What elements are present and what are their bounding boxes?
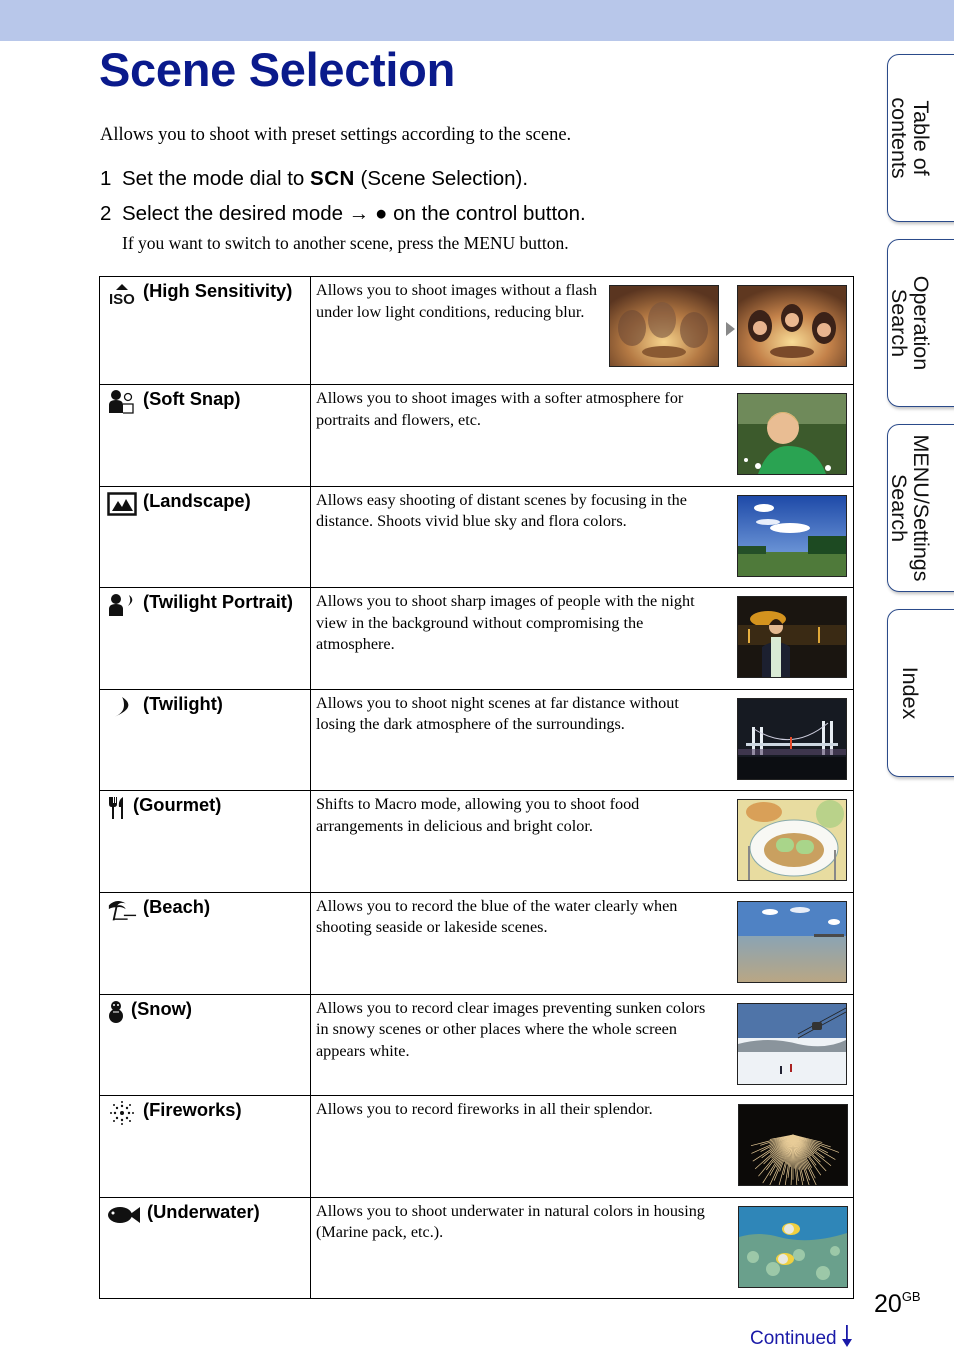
scene-description: Allows easy shooting of distant scenes b… — [316, 490, 687, 531]
high-sensitivity-icon: ISO — [107, 281, 137, 307]
scene-description: Shifts to Macro mode, allowing you to sh… — [316, 795, 640, 835]
scene-label: (Beach) — [143, 895, 211, 917]
soft-snap-icon — [107, 389, 137, 415]
scene-description: Allows you to record fireworks in all th… — [316, 1100, 653, 1119]
table-row: (Snow) Allows you to record clear images… — [99, 993, 854, 1097]
twilight-portrait-icon — [107, 592, 137, 618]
scene-label: (Fireworks) — [143, 1099, 242, 1121]
svg-text:ISO: ISO — [109, 291, 135, 306]
step-number: 2 — [100, 202, 112, 225]
table-row: (Soft Snap) Allows you to shoot images w… — [99, 384, 854, 487]
scene-label: (Landscape) — [143, 489, 251, 511]
scene-label: (Underwater) — [147, 1200, 260, 1222]
step-number: 1 — [100, 167, 112, 190]
gourmet-icon — [107, 795, 127, 821]
scene-label: (Twilight Portrait) — [143, 591, 293, 613]
arrow-down-icon — [841, 1324, 853, 1354]
scene-label: (Snow) — [131, 997, 192, 1019]
sharp-image — [737, 285, 847, 367]
snow-icon — [107, 999, 125, 1025]
scene-description: Allows you to record clear images preven… — [316, 998, 706, 1060]
arrow-right-icon — [726, 322, 735, 336]
twilight-icon — [107, 694, 137, 720]
table-row: (Beach) Allows you to record the blue of… — [99, 891, 854, 995]
scene-image — [738, 1104, 848, 1187]
scene-description: Allows you to shoot images with a softer… — [316, 389, 684, 429]
page-suffix: GB — [901, 1289, 921, 1304]
table-row: (Twilight Portrait) Allows you to shoot … — [99, 587, 854, 690]
tab-table-of-contents[interactable]: Table of contents — [887, 54, 954, 222]
scene-image — [737, 799, 847, 882]
scene-label: (High Sensitivity) — [143, 280, 293, 301]
scene-label: (Gourmet) — [133, 794, 222, 816]
scene-image — [737, 697, 847, 780]
scene-label: (Twilight) — [143, 692, 223, 714]
table-row: (Twilight) Allows you to shoot night sce… — [99, 688, 854, 792]
scene-description: Allows you to shoot sharp images of peop… — [316, 592, 695, 654]
step-2: 2 Select the desired mode → ● on the cont… — [100, 202, 586, 225]
intro-text: Allows you to shoot with preset settings… — [100, 125, 572, 145]
continued-link[interactable]: Continued — [750, 1324, 853, 1354]
step-1: 1 Set the mode dial to SCN (Scene Selecti… — [100, 167, 529, 190]
header-band — [0, 0, 954, 41]
scene-image — [737, 494, 847, 577]
scene-label: (Soft Snap) — [143, 388, 241, 409]
table-row: ISO (High Sensitivity) Allows you to sho… — [99, 276, 854, 385]
tab-menu-settings-search[interactable]: MENU/Settings Search — [887, 424, 954, 592]
step-note: If you want to switch to another scene, … — [122, 233, 569, 253]
scene-description: Allows you to shoot underwater in natura… — [316, 1201, 705, 1242]
landscape-icon — [107, 491, 137, 517]
beach-icon — [107, 897, 137, 923]
underwater-icon — [107, 1202, 141, 1228]
scene-description: Allows you to record the blue of the wat… — [316, 896, 678, 937]
scn-icon: SCN — [310, 167, 355, 190]
scene-description: Allows you to shoot night scenes at far … — [316, 693, 679, 734]
scene-image — [737, 900, 847, 983]
scene-image — [737, 596, 847, 679]
page-number: 20GB — [874, 1289, 921, 1318]
table-row: (Underwater) Allows you to shoot underwa… — [99, 1196, 854, 1300]
arrow-right-icon: → — [348, 202, 370, 225]
scene-image — [737, 1002, 847, 1085]
page-title: Scene Selection — [99, 43, 455, 96]
table-row: (Gourmet) Shifts to Macro mode, allowing… — [99, 790, 854, 893]
table-row: (Landscape) Allows easy shooting of dist… — [99, 485, 854, 589]
blurred-image — [609, 285, 719, 367]
fireworks-icon — [107, 1100, 137, 1126]
tab-index[interactable]: Index — [887, 609, 954, 777]
table-row: (Fireworks) Allows you to record firewor… — [99, 1095, 854, 1198]
center-button-icon: ● — [374, 202, 388, 225]
scene-table: ISO (High Sensitivity) Allows you to sho… — [99, 276, 854, 1300]
scene-image — [737, 393, 847, 475]
scene-image — [738, 1205, 848, 1288]
scene-description: Allows you to shoot images without a fla… — [316, 281, 598, 321]
tab-operation-search[interactable]: Operation Search — [887, 239, 954, 407]
